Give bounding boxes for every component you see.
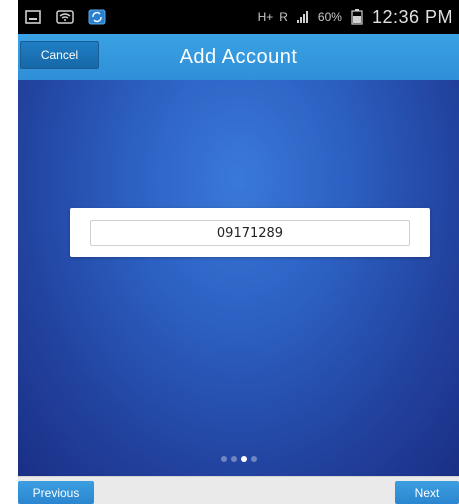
network-type-label: H+ xyxy=(257,10,274,24)
next-button[interactable]: Next xyxy=(395,481,459,504)
page-dot-active xyxy=(240,456,247,462)
status-bar-left-icons xyxy=(24,9,106,25)
previous-button[interactable]: Previous xyxy=(18,481,94,504)
status-bar-right: H+ R 60% 12:36 PM xyxy=(258,8,453,26)
account-number-input[interactable] xyxy=(90,220,410,246)
status-bar: H+ R 60% 12:36 PM xyxy=(18,0,459,34)
app-header: Cancel Add Account xyxy=(18,34,459,80)
battery-icon xyxy=(348,9,366,25)
roaming-label: R xyxy=(279,10,288,24)
wifi-icon xyxy=(56,9,74,25)
phone-screen: H+ R 60% 12:36 PM Cancel Add Account 091… xyxy=(18,0,459,504)
main-content xyxy=(18,80,459,476)
account-input-card xyxy=(70,208,430,257)
page-dot xyxy=(220,456,227,462)
page-dot xyxy=(250,456,257,462)
page-indicator xyxy=(220,456,257,462)
signal-icon xyxy=(294,9,312,25)
cancel-button[interactable]: Cancel xyxy=(20,41,99,69)
battery-percent: 60% xyxy=(317,10,342,24)
page-title: Add Account xyxy=(179,45,298,68)
screenshot-icon xyxy=(24,9,42,25)
page-dot xyxy=(230,456,237,462)
sync-icon xyxy=(88,9,106,25)
status-time: 12:36 PM xyxy=(371,7,453,27)
footer-nav: Previous Next xyxy=(18,476,459,504)
